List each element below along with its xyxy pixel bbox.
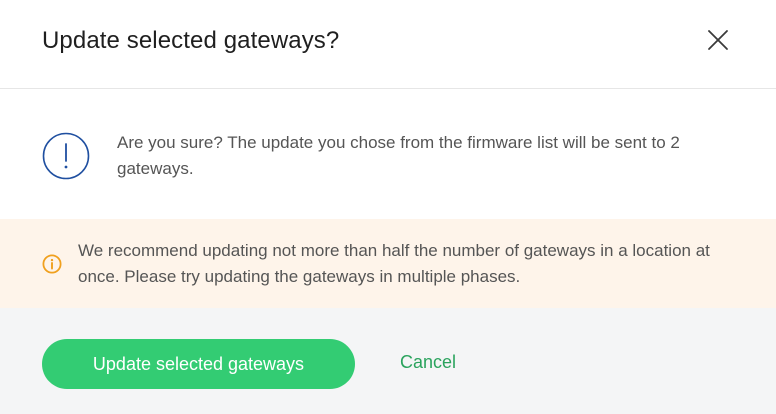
update-selected-gateways-button[interactable]: Update selected gateways bbox=[42, 339, 355, 389]
close-icon[interactable] bbox=[704, 26, 732, 54]
dialog-title: Update selected gateways? bbox=[42, 27, 340, 54]
warning-banner: We recommend updating not more than half… bbox=[0, 219, 776, 308]
cancel-button[interactable]: Cancel bbox=[400, 352, 456, 373]
confirm-section: Are you sure? The update you chose from … bbox=[0, 89, 776, 219]
warning-text: We recommend updating not more than half… bbox=[78, 241, 710, 286]
update-gateways-dialog: Update selected gateways? Are you sure? … bbox=[0, 0, 776, 414]
info-circle-icon bbox=[42, 254, 62, 274]
confirm-message: Are you sure? The update you chose from … bbox=[117, 133, 680, 178]
dialog-footer: Update selected gateways Cancel bbox=[0, 308, 776, 414]
exclamation-circle-icon bbox=[42, 132, 90, 180]
dialog-header: Update selected gateways? bbox=[0, 0, 776, 89]
